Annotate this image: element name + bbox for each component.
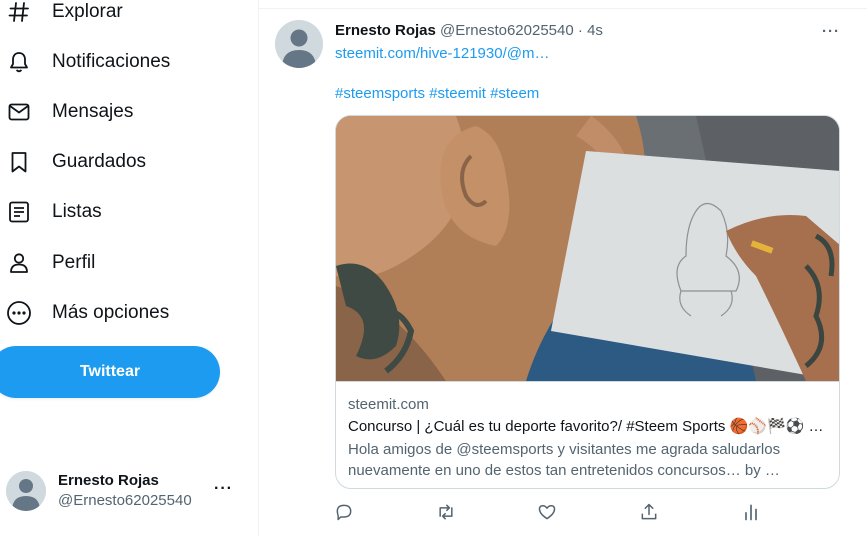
- tweet-link[interactable]: steemit.com/hive-121930/@m…: [335, 45, 549, 62]
- more-icon[interactable]: ···: [822, 23, 840, 40]
- sidebar-item-label: Mensajes: [52, 101, 134, 122]
- bell-icon: [6, 49, 32, 75]
- divider: [259, 8, 867, 9]
- avatar[interactable]: [275, 20, 323, 68]
- sidebar-item-label: Notificaciones: [52, 51, 171, 72]
- tweet-actions: [335, 500, 855, 524]
- hashtag-link[interactable]: #steemit: [429, 85, 486, 102]
- sidebar-item-label: Perfil: [52, 252, 96, 273]
- retweet-icon[interactable]: [434, 500, 458, 524]
- link-card-title: Concurso | ¿Cuál es tu deporte favorito?…: [348, 418, 824, 435]
- more-icon[interactable]: ···: [214, 480, 233, 498]
- account-switcher[interactable]: Ernesto Rojas @Ernesto62025540 ···: [0, 462, 258, 520]
- tweet-header: Ernesto Rojas @Ernesto62025540 · 4s: [335, 22, 603, 39]
- timeline: Ernesto Rojas @Ernesto62025540 · 4s ··· …: [258, 0, 867, 536]
- tweet-hashtags: #steemsports #steemit #steem: [335, 85, 539, 102]
- reply-icon[interactable]: [332, 500, 356, 524]
- analytics-icon[interactable]: [739, 500, 763, 524]
- share-icon[interactable]: [637, 500, 661, 524]
- sidebar-item-label: Más opciones: [52, 302, 170, 323]
- link-card-domain: steemit.com: [348, 396, 429, 413]
- list-icon: [6, 199, 32, 225]
- link-card-image: [336, 116, 839, 382]
- account-name: Ernesto Rojas: [58, 472, 159, 489]
- bookmark-icon: [6, 149, 32, 175]
- like-icon[interactable]: [535, 500, 559, 524]
- sidebar-item-label: Explorar: [52, 1, 123, 22]
- envelope-icon: [6, 99, 32, 125]
- more-circle-icon: [6, 300, 32, 326]
- sidebar-item-label: Guardados: [52, 151, 147, 172]
- tweet-button[interactable]: Twittear: [0, 346, 220, 398]
- separator: ·: [577, 22, 583, 39]
- sidebar: Explorar Notificaciones Mensajes Guardad…: [0, 0, 258, 536]
- link-card-description: Hola amigos de @steemsports y visitantes…: [348, 441, 781, 479]
- account-handle: @Ernesto62025540: [58, 492, 192, 509]
- person-icon: [6, 250, 32, 276]
- hashtag-icon: [6, 0, 32, 25]
- tweet-author-name[interactable]: Ernesto Rojas: [335, 22, 436, 39]
- tweet-time[interactable]: 4s: [587, 22, 603, 39]
- link-card[interactable]: steemit.com Concurso | ¿Cuál es tu depor…: [335, 115, 840, 489]
- hashtag-link[interactable]: #steem: [490, 85, 539, 102]
- hashtag-link[interactable]: #steemsports: [335, 85, 425, 102]
- sidebar-item-label: Listas: [52, 201, 102, 222]
- avatar: [6, 471, 46, 511]
- tweet-author-handle[interactable]: @Ernesto62025540: [440, 22, 574, 39]
